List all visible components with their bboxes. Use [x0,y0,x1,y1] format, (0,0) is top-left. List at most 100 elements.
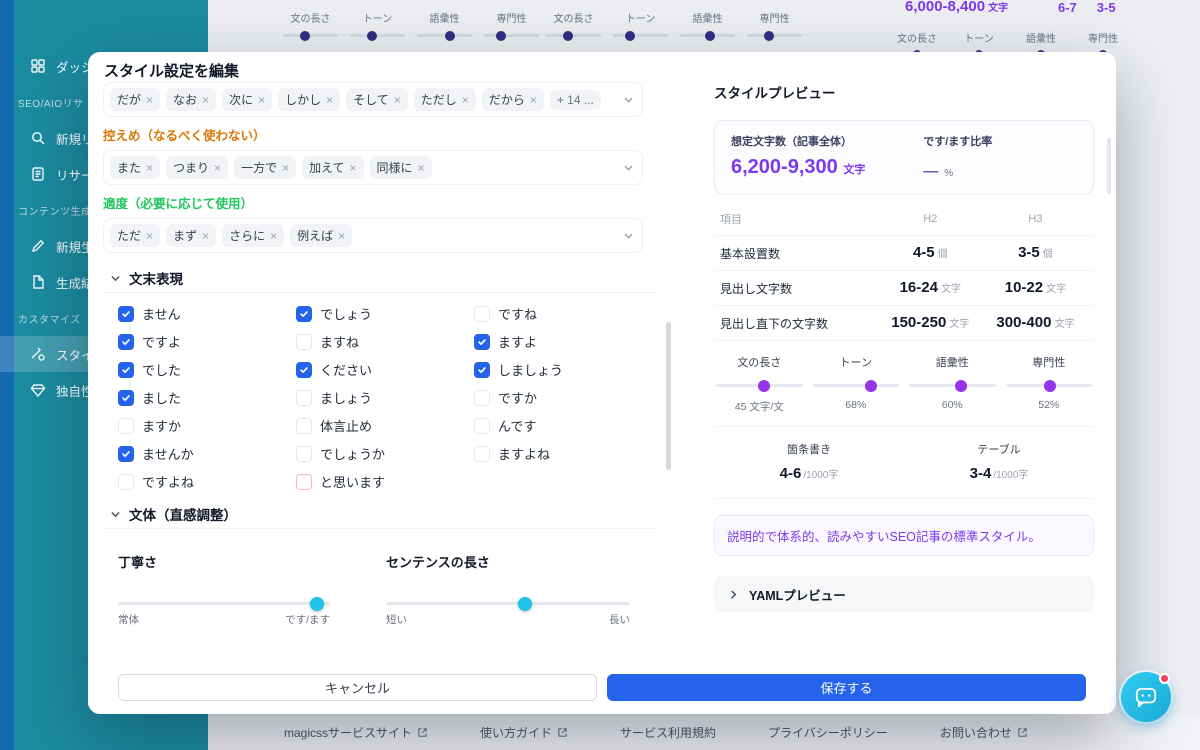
remove-chip-icon[interactable]: × [418,162,425,174]
remove-chip-icon[interactable]: × [202,230,209,242]
remove-chip-icon[interactable]: × [282,162,289,174]
sentence-ending-option[interactable]: 体言止め [296,416,474,435]
slider-max-label: です/ます [285,612,330,627]
slider-track[interactable] [484,34,539,37]
scrollbar[interactable] [666,322,671,470]
slider-handle[interactable] [563,31,573,41]
slider-handle[interactable] [300,31,310,41]
remove-chip-icon[interactable]: × [350,162,357,174]
slider-track[interactable] [546,34,601,37]
sentence-ending-option[interactable]: ませんか [118,444,296,463]
checkbox[interactable] [474,418,490,434]
sentence-ending-option[interactable]: ですよ [118,332,296,351]
checkbox[interactable] [474,390,490,406]
footer-link[interactable]: お問い合わせ [940,724,1028,741]
checkbox[interactable] [296,418,312,434]
chevron-down-icon[interactable] [623,94,634,105]
slider-handle[interactable] [445,31,455,41]
remove-chip-icon[interactable]: × [146,230,153,242]
scrollbar[interactable] [1107,138,1111,194]
sentence-ending-option[interactable]: でした [118,360,296,379]
checkbox[interactable] [296,334,312,350]
checkbox[interactable] [296,474,312,490]
slider-track[interactable] [386,602,630,605]
chevron-right-icon [728,589,739,600]
checkbox[interactable] [296,306,312,322]
slider-track[interactable] [350,34,405,37]
remove-chip-icon[interactable]: × [146,162,153,174]
sentence-ending-option[interactable]: しましょう [474,360,652,379]
remove-chip-icon[interactable]: × [202,94,209,106]
slider-handle[interactable] [496,31,506,41]
sentence-ending-option[interactable]: ません [118,304,296,323]
slider-handle[interactable] [310,597,324,611]
sentence-ending-option[interactable]: ますよね [474,444,652,463]
sentence-endings-header[interactable]: 文末表現 [110,268,183,288]
sentence-ending-option[interactable]: と思います [296,472,474,491]
sentence-ending-option[interactable]: ました [118,388,296,407]
slider-track[interactable] [417,34,472,37]
sentence-ending-option[interactable]: ますよ [474,332,652,351]
sentence-ending-option[interactable]: ですね [474,304,652,323]
remove-chip-icon[interactable]: × [258,94,265,106]
checkbox[interactable] [474,334,490,350]
h2-value: 150-250文字 [878,314,983,332]
sentence-ending-option[interactable]: ましょう [296,388,474,407]
cancel-button[interactable]: キャンセル [118,674,597,701]
sentence-ending-option[interactable]: ですか [474,388,652,407]
checkbox[interactable] [118,334,134,350]
checkbox[interactable] [118,306,134,322]
checkbox[interactable] [474,362,490,378]
remove-chip-icon[interactable]: × [214,162,221,174]
remove-chip-icon[interactable]: × [270,230,277,242]
slider-track[interactable] [118,602,330,605]
conjunction-chip-input[interactable]: ただ×まず×さらに×例えば× [103,218,643,253]
sentence-ending-option[interactable]: ますか [118,416,296,435]
slider-handle[interactable] [705,31,715,41]
sentence-ending-option[interactable]: ください [296,360,474,379]
sentence-ending-option[interactable]: んです [474,416,652,435]
slider-track[interactable] [680,34,735,37]
sentence-ending-option[interactable]: ますね [296,332,474,351]
checkbox[interactable] [296,362,312,378]
slider-handle[interactable] [764,31,774,41]
slider-track[interactable] [283,34,338,37]
checkbox[interactable] [118,446,134,462]
support-chat-button[interactable] [1121,672,1171,722]
sentence-ending-option[interactable]: ですよね [118,472,296,491]
chip-label: 一方で [241,159,277,176]
checkbox[interactable] [118,474,134,490]
checkbox[interactable] [296,446,312,462]
checkbox[interactable] [118,362,134,378]
sentence-ending-option[interactable]: でしょう [296,304,474,323]
checkbox[interactable] [474,446,490,462]
slider-handle[interactable] [625,31,635,41]
yaml-preview-toggle[interactable]: YAMLプレビュー [714,576,1094,612]
sentence-ending-option[interactable]: でしょうか [296,444,474,463]
slider-handle[interactable] [367,31,377,41]
slider-track[interactable] [613,34,668,37]
slider-handle[interactable] [518,597,532,611]
conjunction-chip-input[interactable]: だが×なお×次に×しかし×そして×ただし×だから×+ 14 ... [103,82,643,117]
save-button[interactable]: 保存する [607,674,1086,701]
checkbox[interactable] [118,418,134,434]
remove-chip-icon[interactable]: × [462,94,469,106]
chevron-down-icon[interactable] [623,162,634,173]
checkbox[interactable] [118,390,134,406]
footer-link[interactable]: 使い方ガイド [480,724,568,741]
remove-chip-icon[interactable]: × [146,94,153,106]
style-note: 説明的で体系的、読みやすいSEO記事の標準スタイル。 [714,515,1094,556]
remove-chip-icon[interactable]: × [530,94,537,106]
style-adjust-header[interactable]: 文体（直感調整） [110,504,237,524]
conjunction-chip-input[interactable]: また×つまり×一方で×加えて×同様に× [103,150,643,185]
footer-link[interactable]: magicssサービスサイト [284,724,428,741]
footer-link[interactable]: プライバシーポリシー [768,724,888,741]
remove-chip-icon[interactable]: × [394,94,401,106]
checkbox[interactable] [296,390,312,406]
remove-chip-icon[interactable]: × [326,94,333,106]
slider-track[interactable] [747,34,802,37]
remove-chip-icon[interactable]: × [338,230,345,242]
chevron-down-icon[interactable] [623,230,634,241]
footer-link[interactable]: サービス利用規約 [620,724,716,741]
checkbox[interactable] [474,306,490,322]
